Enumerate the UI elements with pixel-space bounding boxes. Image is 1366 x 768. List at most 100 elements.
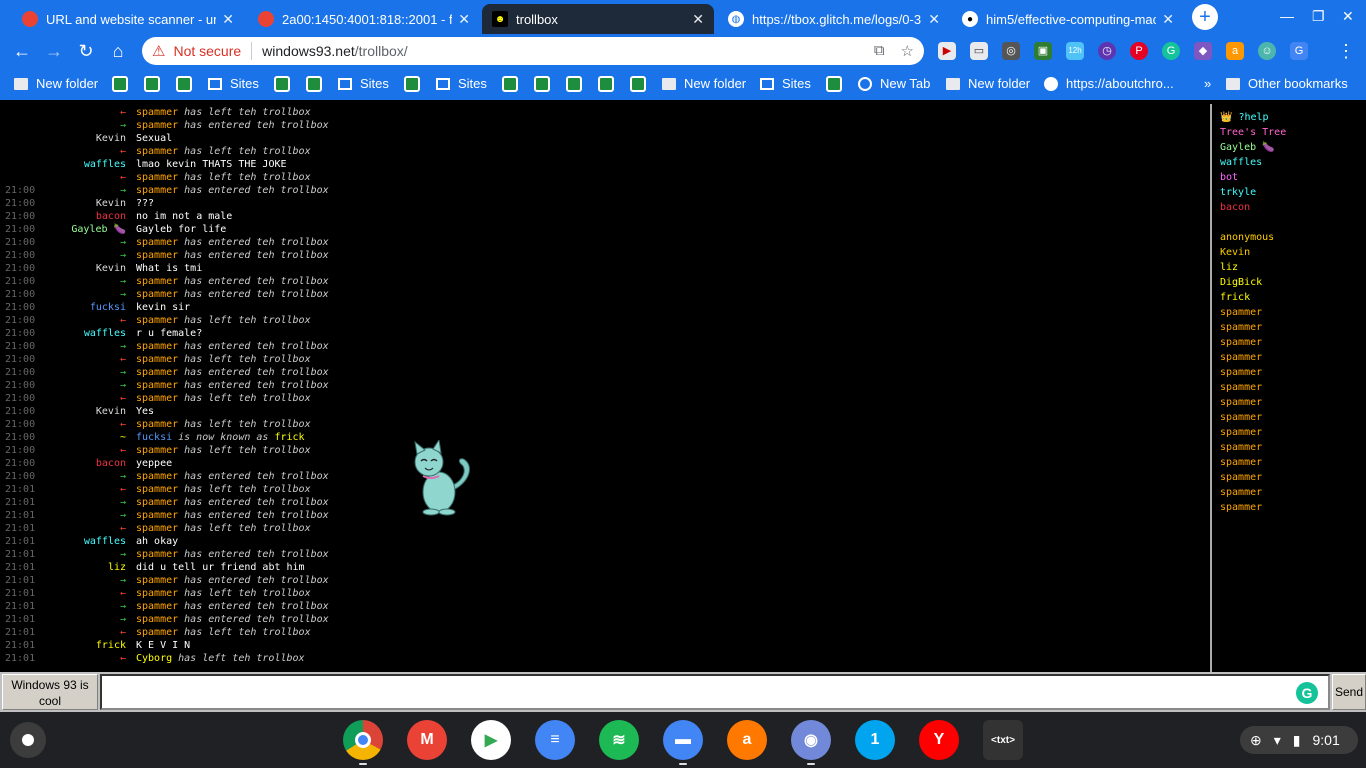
grammarly-icon[interactable]: G bbox=[1296, 682, 1318, 704]
user-list-item[interactable]: Gayleb 🍆 bbox=[1220, 140, 1275, 155]
chat-nick[interactable]: bacon bbox=[96, 457, 126, 470]
user-list-item[interactable]: spammer bbox=[1220, 440, 1262, 455]
user-list-item[interactable]: spammer bbox=[1220, 500, 1262, 515]
status-tray[interactable]: ⊕ ▾ ▮ 9:01 bbox=[1240, 726, 1358, 754]
tab-github[interactable]: ● him5/effective-computing-mach ✕ bbox=[952, 4, 1184, 34]
user-list-item[interactable]: bacon bbox=[1220, 200, 1250, 215]
user-list-item[interactable]: bot bbox=[1220, 170, 1238, 185]
play-store-app[interactable]: ▶ bbox=[471, 720, 511, 760]
bookmark-shortcut[interactable] bbox=[176, 76, 192, 92]
bookmark-shortcut[interactable] bbox=[404, 76, 420, 92]
chat-nick[interactable]: frick bbox=[96, 639, 126, 652]
bookmark-aboutchrome[interactable]: https://aboutchro... bbox=[1044, 76, 1174, 91]
one-app[interactable]: 1 bbox=[855, 720, 895, 760]
event-nick[interactable]: spammer bbox=[136, 120, 178, 131]
bookmark-shortcut[interactable] bbox=[598, 76, 614, 92]
translate-icon[interactable]: G bbox=[1290, 42, 1308, 60]
event-nick[interactable]: spammer bbox=[136, 276, 178, 287]
pinterest-icon[interactable]: P bbox=[1130, 42, 1148, 60]
bookmark-shortcut[interactable] bbox=[112, 76, 128, 92]
event-nick[interactable]: spammer bbox=[136, 588, 178, 599]
tab-tbox-logs[interactable]: ◍ https://tbox.glitch.me/logs/0-3 ✕ bbox=[718, 4, 950, 34]
event-nick[interactable]: spammer bbox=[136, 393, 178, 404]
event-nick[interactable]: spammer bbox=[136, 250, 178, 261]
event-nick[interactable]: spammer bbox=[136, 445, 178, 456]
bookmark-folder[interactable]: New folder bbox=[946, 76, 1030, 91]
tab-trollbox[interactable]: ☻ trollbox ✕ bbox=[482, 4, 714, 34]
user-list-item[interactable]: spammer bbox=[1220, 455, 1262, 470]
event-nick[interactable]: spammer bbox=[136, 627, 178, 638]
menu-icon[interactable]: ⋮ bbox=[1334, 39, 1358, 63]
user-list-item[interactable]: spammer bbox=[1220, 470, 1262, 485]
event-nick[interactable]: spammer bbox=[136, 341, 178, 352]
user-list-item[interactable]: spammer bbox=[1220, 335, 1262, 350]
event-nick[interactable]: spammer bbox=[136, 107, 178, 118]
user-list-item[interactable]: spammer bbox=[1220, 320, 1262, 335]
bookmark-shortcut[interactable] bbox=[502, 76, 518, 92]
chrome-app[interactable] bbox=[343, 720, 383, 760]
chat-nick[interactable]: Gayleb 🍆 bbox=[71, 223, 126, 236]
security-status[interactable]: Not secure bbox=[173, 43, 241, 59]
bookmark-shortcut[interactable] bbox=[144, 76, 160, 92]
more-bookmarks-button[interactable]: » bbox=[1204, 76, 1211, 91]
forward-icon[interactable]: → bbox=[42, 39, 66, 63]
user-list-item[interactable]: DigBick bbox=[1220, 275, 1262, 290]
event-nick[interactable]: spammer bbox=[136, 237, 178, 248]
windows93-brand[interactable]: Windows 93 is cool bbox=[2, 674, 98, 710]
tab-url-scanner[interactable]: URL and website scanner - urlsc ✕ bbox=[12, 4, 244, 34]
bookmark-folder[interactable]: New folder bbox=[14, 76, 98, 91]
event-nick[interactable]: spammer bbox=[136, 354, 178, 365]
maximize-icon[interactable]: ❐ bbox=[1312, 8, 1325, 25]
event-nick[interactable]: spammer bbox=[136, 549, 178, 560]
user-list[interactable]: 👑 ?help Tree's Tree Gayleb 🍆 waffles bot trky… bbox=[1214, 104, 1366, 672]
alien-icon[interactable]: ☺ bbox=[1258, 42, 1276, 60]
bookmark-shortcut[interactable] bbox=[306, 76, 322, 92]
back-icon[interactable]: ← bbox=[10, 39, 34, 63]
spotify-app[interactable]: ≋ bbox=[599, 720, 639, 760]
user-list-item[interactable]: spammer bbox=[1220, 410, 1262, 425]
send-button[interactable]: Send bbox=[1332, 674, 1366, 710]
event-nick[interactable]: spammer bbox=[136, 601, 178, 612]
clock-12h-icon[interactable]: 12h bbox=[1066, 42, 1084, 60]
image-extension-icon[interactable]: ▣ bbox=[1034, 42, 1052, 60]
discord-app[interactable]: ◉ bbox=[791, 720, 831, 760]
event-nick[interactable]: spammer bbox=[136, 146, 178, 157]
user-list-item[interactable]: frick bbox=[1220, 290, 1250, 305]
event-nick[interactable]: spammer bbox=[136, 484, 178, 495]
event-new-nick[interactable]: frick bbox=[274, 432, 304, 443]
user-list-item[interactable]: spammer bbox=[1220, 350, 1262, 365]
text-app[interactable]: <txt> bbox=[983, 720, 1023, 760]
event-nick[interactable]: spammer bbox=[136, 575, 178, 586]
user-list-item[interactable]: Kevin bbox=[1220, 245, 1250, 260]
reload-icon[interactable]: ↻ bbox=[74, 39, 98, 63]
chat-nick[interactable]: Kevin bbox=[96, 405, 126, 418]
event-nick[interactable]: spammer bbox=[136, 523, 178, 534]
bookmark-sites[interactable]: Sites bbox=[436, 76, 487, 91]
chat-nick[interactable]: Kevin bbox=[96, 262, 126, 275]
event-nick[interactable]: spammer bbox=[136, 367, 178, 378]
user-list-item[interactable]: spammer bbox=[1220, 425, 1262, 440]
user-list-item[interactable]: anonymous bbox=[1220, 230, 1274, 245]
bookmark-shortcut[interactable] bbox=[826, 76, 842, 92]
other-bookmarks[interactable]: Other bookmarks bbox=[1226, 76, 1348, 91]
chat-nick[interactable]: Kevin bbox=[96, 132, 126, 145]
event-nick[interactable]: spammer bbox=[136, 172, 178, 183]
event-nick[interactable]: spammer bbox=[136, 510, 178, 521]
extension-icon[interactable]: ◎ bbox=[1002, 42, 1020, 60]
user-list-item[interactable]: 👑 ?help bbox=[1220, 110, 1269, 125]
open-external-icon[interactable]: ⧉ bbox=[874, 42, 885, 60]
timer-icon[interactable]: ◷ bbox=[1098, 42, 1116, 60]
bookmark-shortcut[interactable] bbox=[566, 76, 582, 92]
minimize-icon[interactable]: — bbox=[1280, 8, 1294, 24]
event-nick[interactable]: spammer bbox=[136, 497, 178, 508]
launcher-button[interactable] bbox=[10, 722, 46, 758]
tab-ipv6[interactable]: 2a00:1450:4001:818::2001 - fra ✕ bbox=[248, 4, 480, 34]
monitor-icon[interactable]: ▭ bbox=[970, 42, 988, 60]
files-app[interactable]: ▬ bbox=[663, 720, 703, 760]
close-icon[interactable]: ✕ bbox=[222, 11, 234, 28]
user-list-item[interactable]: spammer bbox=[1220, 380, 1262, 395]
grammarly-icon[interactable]: G bbox=[1162, 42, 1180, 60]
event-nick[interactable]: spammer bbox=[136, 185, 178, 196]
user-list-item[interactable]: trkyle bbox=[1220, 185, 1256, 200]
bookmark-sites[interactable]: Sites bbox=[338, 76, 389, 91]
